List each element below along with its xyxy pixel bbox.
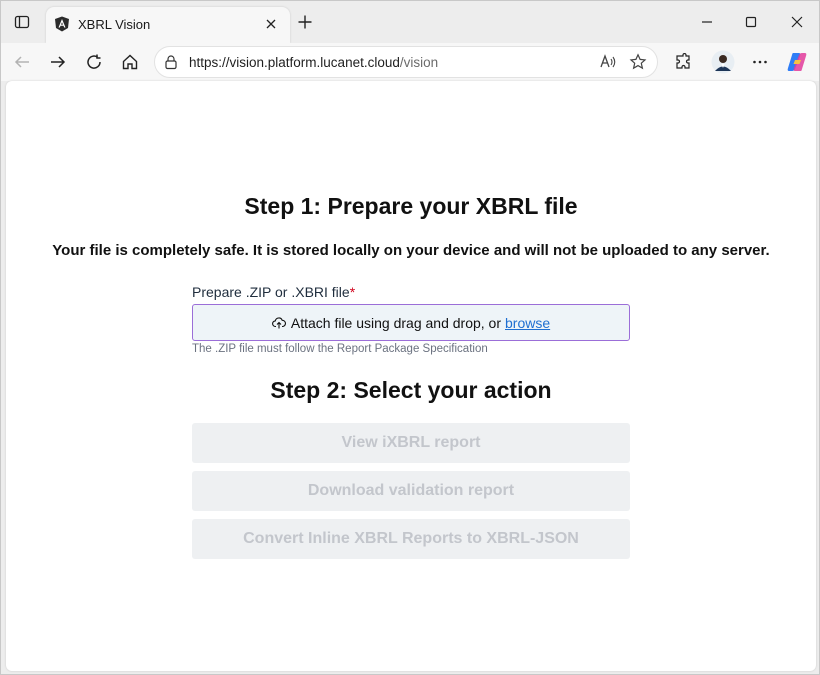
file-field-label: Prepare .ZIP or .XBRI file*	[192, 284, 355, 300]
copilot-icon[interactable]	[783, 48, 811, 76]
step2-title: Step 2: Select your action	[270, 377, 552, 403]
extensions-icon[interactable]	[669, 48, 697, 76]
close-tab-icon[interactable]	[262, 15, 280, 33]
refresh-icon[interactable]	[80, 48, 108, 76]
tab-bar: XBRL Vision	[1, 1, 819, 43]
file-hint: The .ZIP file must follow the Report Pac…	[192, 343, 488, 355]
tab-actions-icon[interactable]	[9, 9, 35, 35]
url-host: https://vision.platform.lucanet.cloud	[189, 55, 400, 70]
file-dropzone[interactable]: Attach file using drag and drop, or brow…	[192, 304, 630, 341]
favorite-star-icon[interactable]	[629, 53, 647, 71]
page-content: Step 1: Prepare your XBRL file Your file…	[6, 81, 816, 671]
file-label-text: Prepare .ZIP or .XBRI file	[192, 284, 350, 300]
tab-title: XBRL Vision	[78, 17, 151, 32]
close-window-icon[interactable]	[775, 7, 819, 37]
step1-title: Step 1: Prepare your XBRL file	[244, 193, 578, 219]
url-path: /vision	[399, 55, 439, 70]
read-aloud-icon[interactable]	[599, 53, 617, 71]
back-icon[interactable]	[8, 48, 36, 76]
browser-window: XBRL Vision https://vision.platform.luca…	[0, 0, 820, 675]
address-url: https://vision.platform.lucanet.cloud/vi…	[189, 55, 438, 70]
upload-icon	[271, 316, 286, 330]
safety-note: Your file is completely safe. It is stor…	[52, 242, 770, 259]
forward-icon[interactable]	[44, 48, 72, 76]
browse-link[interactable]: browse	[505, 315, 550, 331]
home-icon[interactable]	[116, 48, 144, 76]
new-tab-icon[interactable]	[293, 10, 317, 34]
minimize-icon[interactable]	[685, 7, 729, 37]
dropzone-text: Attach file using drag and drop, or	[290, 314, 501, 331]
profile-avatar-icon[interactable]	[709, 48, 737, 76]
download-validation-report-button[interactable]: Download validation report	[192, 471, 630, 511]
view-ixbrl-report-button[interactable]: View iXBRL report	[192, 423, 630, 463]
browser-toolbar: https://vision.platform.lucanet.cloud/vi…	[1, 43, 819, 81]
required-mark: *	[349, 284, 356, 300]
maximize-icon[interactable]	[729, 7, 773, 37]
angular-icon	[54, 16, 70, 32]
more-options-icon[interactable]	[746, 48, 774, 76]
tab-xbrl-vision[interactable]: XBRL Vision	[46, 7, 290, 43]
convert-to-xbrl-json-button[interactable]: Convert Inline XBRL Reports to XBRL-JSON	[192, 519, 630, 559]
address-bar[interactable]: https://vision.platform.lucanet.cloud/vi…	[154, 46, 658, 78]
lock-icon[interactable]	[163, 54, 179, 70]
